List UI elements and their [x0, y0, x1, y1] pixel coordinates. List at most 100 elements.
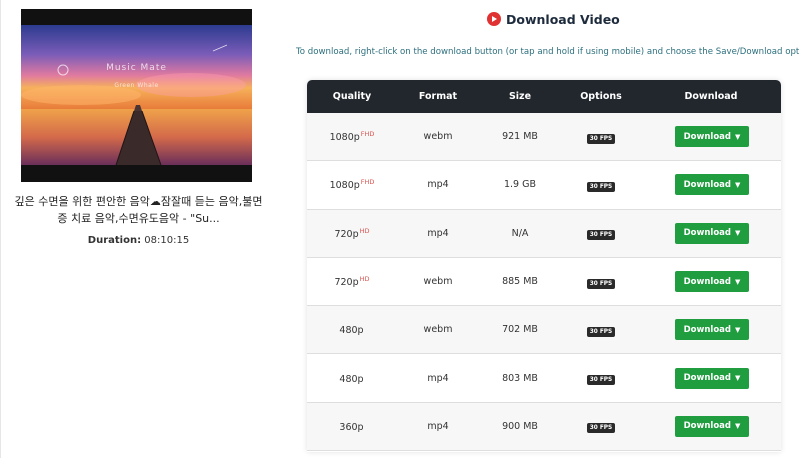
sunset-pier-image: [21, 25, 252, 165]
quality-cell: 480p: [307, 372, 397, 385]
video-title: 깊은 수면을 위한 편안한 음악☁잠잘때 듣는 음악,불면증 치료 음악,수면유…: [14, 195, 263, 225]
quality-cell: 360p: [307, 420, 397, 433]
quality-value: 720p: [334, 277, 359, 289]
format-cell: mp4: [427, 372, 449, 384]
caret-down-icon: ▼: [734, 325, 741, 334]
column-header-quality: Quality: [332, 91, 372, 102]
fps-badge: 30 FPS: [586, 133, 616, 144]
size-cell: 921 MB: [502, 131, 538, 143]
download-button-label: Download: [683, 131, 731, 142]
quality-cell: 720pHD: [307, 227, 397, 240]
quality-cell: 1080pFHD: [307, 178, 397, 191]
quality-value: 1080p: [329, 180, 360, 192]
fps-badge: 30 FPS: [586, 423, 616, 434]
caret-down-icon: ▼: [734, 422, 741, 431]
quality-value: 480p: [339, 373, 364, 385]
format-cell: mp4: [427, 179, 449, 191]
caret-down-icon: ▼: [734, 277, 741, 286]
download-cell: Download ▼: [641, 222, 781, 244]
options-cell: 30 FPS: [561, 226, 641, 241]
video-info-panel: Music Mate Green Whale 깊은 수면을 위한 편안한 음악☁…: [0, 0, 275, 458]
download-button[interactable]: Download ▼: [675, 415, 749, 437]
download-button-label: Download: [683, 324, 731, 335]
duration-value: 08:10:15: [144, 235, 190, 246]
fps-badge: 30 FPS: [586, 375, 616, 386]
size-cell: 803 MB: [502, 372, 538, 384]
size-cell: 900 MB: [502, 420, 538, 432]
table-row: 720pHD webm 885 MB 30 FPS Download ▼: [307, 257, 781, 307]
video-thumbnail[interactable]: Music Mate Green Whale: [21, 9, 252, 182]
caret-down-icon: ▼: [734, 229, 741, 238]
options-cell: 30 FPS: [561, 178, 641, 192]
options-cell: 30 FPS: [561, 130, 641, 144]
format-cell: webm: [423, 324, 453, 336]
quality-badge: FHD: [360, 130, 375, 139]
quality-value: 480p: [339, 325, 364, 337]
download-button[interactable]: Download ▼: [675, 367, 749, 389]
quality-badge: HD: [359, 226, 370, 235]
options-cell: 30 FPS: [561, 419, 641, 434]
table-row: 360p mp4 900 MB 30 FPS Download ▼: [307, 402, 781, 452]
download-button[interactable]: Download ▼: [675, 222, 749, 244]
column-header-format: Format: [418, 91, 458, 102]
download-button-label: Download: [683, 228, 731, 239]
thumbnail-image: Music Mate Green Whale: [21, 25, 252, 165]
quality-badge: HD: [359, 274, 370, 283]
options-cell: 30 FPS: [561, 275, 641, 289]
quality-cell: 720pHD: [307, 275, 397, 288]
thumbnail-subtitle: Green Whale: [114, 82, 159, 89]
download-cell: Download ▼: [641, 415, 781, 437]
format-cell: mp4: [427, 227, 449, 239]
options-cell: 30 FPS: [561, 323, 641, 337]
fps-badge: 30 FPS: [586, 278, 616, 289]
caret-down-icon: ▼: [734, 374, 741, 383]
table-row: 1080pFHD webm 921 MB 30 FPS Download ▼: [307, 113, 781, 162]
download-button[interactable]: Download ▼: [675, 174, 749, 196]
table-row: 480p mp4 803 MB 30 FPS Download ▼: [307, 354, 781, 403]
download-cell: Download ▼: [641, 367, 781, 389]
page-title: Download Video: [506, 11, 620, 27]
download-button-label: Download: [683, 421, 731, 432]
download-cell: Download ▼: [641, 126, 781, 148]
format-cell: mp4: [427, 420, 449, 432]
download-button[interactable]: Download ▼: [675, 271, 749, 293]
table-row: 1080pFHD mp4 1.9 GB 30 FPS Download ▼: [307, 161, 781, 210]
size-cell: 1.9 GB: [503, 179, 536, 191]
download-table: Quality Format Size Options Download 108…: [307, 80, 781, 452]
fps-badge: 30 FPS: [586, 181, 616, 192]
quality-badge: FHD: [360, 178, 375, 187]
table-row: 720pHD mp4 N/A 30 FPS Download ▼: [307, 209, 781, 258]
format-cell: webm: [423, 131, 453, 143]
caret-down-icon: ▼: [734, 132, 741, 141]
table-header: Quality Format Size Options Download: [307, 80, 781, 113]
size-cell: 702 MB: [502, 324, 538, 336]
download-button[interactable]: Download ▼: [675, 126, 749, 148]
table-row: 480p webm 702 MB 30 FPS Download ▼: [307, 306, 781, 355]
duration-label: Duration:: [87, 235, 142, 246]
thumbnail-title: Music Mate: [106, 63, 167, 73]
size-cell: N/A: [511, 227, 529, 239]
download-cell: Download ▼: [641, 319, 781, 341]
quality-value: 720p: [334, 228, 359, 240]
options-cell: 30 FPS: [561, 371, 641, 386]
download-button-label: Download: [683, 276, 731, 287]
page-heading: Download Video: [487, 10, 620, 28]
table-body: 1080pFHD webm 921 MB 30 FPS Download ▼ 1080pFH…: [307, 113, 781, 452]
duration: Duration: 08:10:15: [10, 235, 267, 246]
download-cell: Download ▼: [641, 271, 781, 293]
play-icon: [487, 12, 501, 26]
column-header-download: Download: [684, 91, 738, 102]
download-button-label: Download: [683, 373, 731, 384]
download-button[interactable]: Download ▼: [675, 319, 749, 341]
format-cell: webm: [423, 276, 453, 288]
quality-cell: 1080pFHD: [307, 130, 397, 143]
download-cell: Download ▼: [641, 174, 781, 196]
fps-badge: 30 FPS: [586, 230, 616, 241]
column-header-size: Size: [508, 91, 532, 102]
caret-down-icon: ▼: [734, 180, 741, 189]
fps-badge: 30 FPS: [586, 326, 616, 337]
download-instructions: To download, right-click on the download…: [296, 47, 800, 57]
quality-value: 360p: [339, 422, 364, 433]
column-header-options: Options: [580, 91, 622, 102]
size-cell: 885 MB: [502, 276, 538, 288]
